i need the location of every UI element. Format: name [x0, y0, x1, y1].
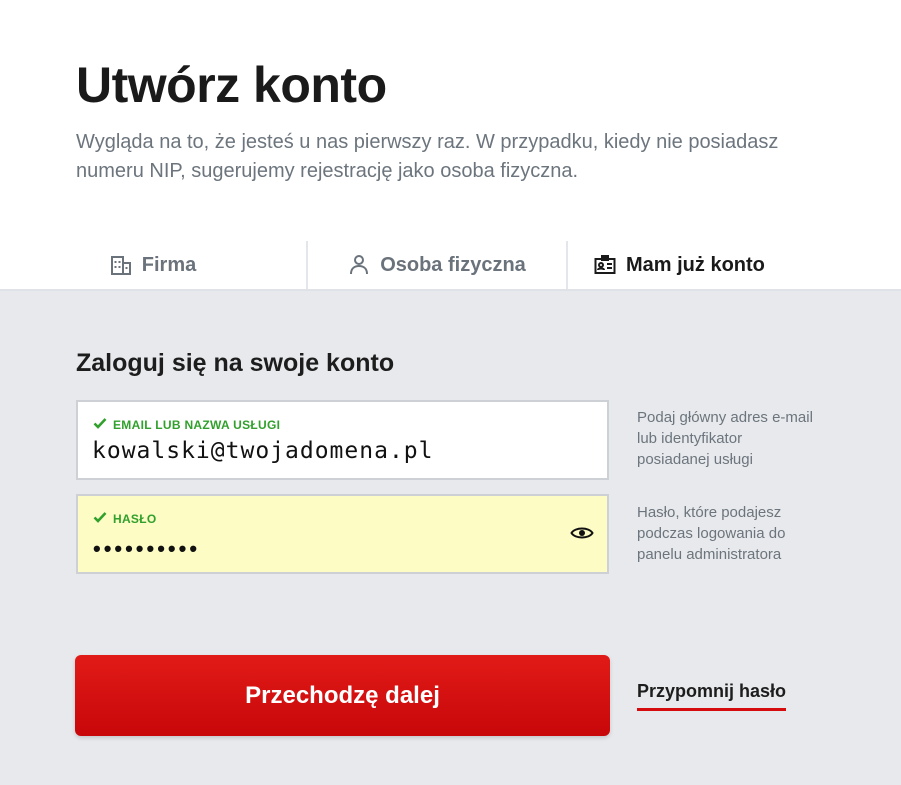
tab-mam-juz-konto[interactable]: Mam już konto: [568, 241, 901, 289]
tab-label: Firma: [141, 253, 197, 276]
account-type-tabs: Firma Osoba fizyczna Mam już konto: [0, 241, 901, 291]
id-card-icon: [594, 254, 616, 276]
remind-password-link[interactable]: Przypomnij hasło: [637, 681, 787, 711]
login-panel: Zaloguj się na swoje konto EMAIL LUB NAZ…: [0, 291, 901, 785]
password-hint: Hasło, które podajesz podczas logowania …: [637, 504, 786, 563]
checkmark-icon: [93, 417, 107, 432]
email-input[interactable]: kowalski@twojadomena.pl: [92, 438, 552, 464]
tab-osoba-fizyczna[interactable]: Osoba fizyczna: [308, 241, 568, 289]
person-icon: [348, 254, 370, 276]
password-field-label: HASŁO: [113, 511, 157, 526]
login-form-title: Zaloguj się na swoje konto: [76, 349, 395, 377]
email-hint: Podaj główny adres e-mail lub identyfika…: [637, 409, 813, 468]
eye-icon[interactable]: [570, 524, 594, 547]
page-title: Utwórz konto: [76, 57, 387, 113]
building-icon: [110, 254, 132, 276]
email-field[interactable]: EMAIL LUB NAZWA USŁUGI kowalski@twojadom…: [76, 400, 609, 480]
password-input[interactable]: ••••••••••: [93, 536, 200, 562]
tab-firma[interactable]: Firma: [0, 241, 308, 289]
tab-label: Osoba fizyczna: [380, 253, 526, 276]
email-field-label: EMAIL LUB NAZWA USŁUGI: [113, 417, 281, 432]
submit-button[interactable]: Przechodzę dalej: [75, 655, 610, 736]
page-subtitle: Wygląda na to, że jesteś u nas pierwszy …: [76, 131, 779, 182]
checkmark-icon: [93, 511, 107, 526]
password-field[interactable]: HASŁO ••••••••••: [76, 494, 609, 574]
tab-label: Mam już konto: [626, 253, 765, 276]
